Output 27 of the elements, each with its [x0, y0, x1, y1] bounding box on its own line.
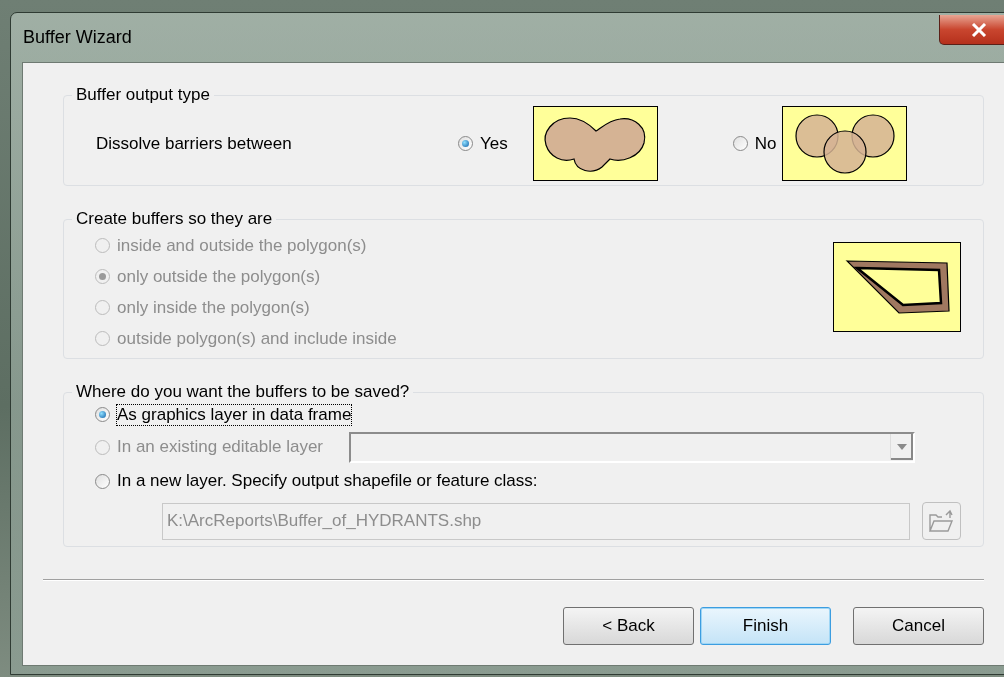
radio-label: Yes — [480, 133, 508, 154]
window-title: Buffer Wizard — [22, 27, 132, 48]
layer-dropdown[interactable] — [349, 431, 916, 463]
dropdown-arrow-icon — [897, 444, 908, 450]
close-button[interactable] — [939, 15, 1004, 45]
option-label: Dissolve barriers between — [96, 133, 293, 154]
radio-label: No — [754, 133, 777, 154]
radio-label: inside and outside the polygon(s) — [117, 235, 367, 256]
radio-label: In an existing editable layer — [117, 437, 324, 457]
radio-label: only outside the polygon(s) — [117, 266, 321, 287]
radio-button[interactable] — [95, 407, 110, 422]
close-icon — [971, 22, 987, 37]
group-title: Where do you want the buffers to be saved? — [72, 382, 414, 402]
group-title: Create buffers so they are — [72, 209, 277, 229]
dialog-button[interactable]: Cancel — [853, 607, 984, 645]
radio-label: only inside the polygon(s) — [117, 297, 310, 318]
dialog-button[interactable]: < Back — [563, 607, 694, 645]
radio-button[interactable] — [732, 136, 748, 151]
folder-icon — [928, 509, 955, 533]
radio-button[interactable] — [458, 136, 473, 151]
radio-label: In a new layer. Specify output shapefile or feature class: — [117, 471, 538, 491]
browse-button[interactable] — [921, 502, 961, 540]
group-title: Buffer output type — [72, 85, 214, 105]
radio-label: outside polygon(s) and include inside — [117, 328, 397, 349]
radio-label: As graphics layer in data frame — [117, 404, 352, 425]
radio-button[interactable] — [95, 473, 110, 489]
dialog-button[interactable]: Finish — [700, 607, 831, 645]
